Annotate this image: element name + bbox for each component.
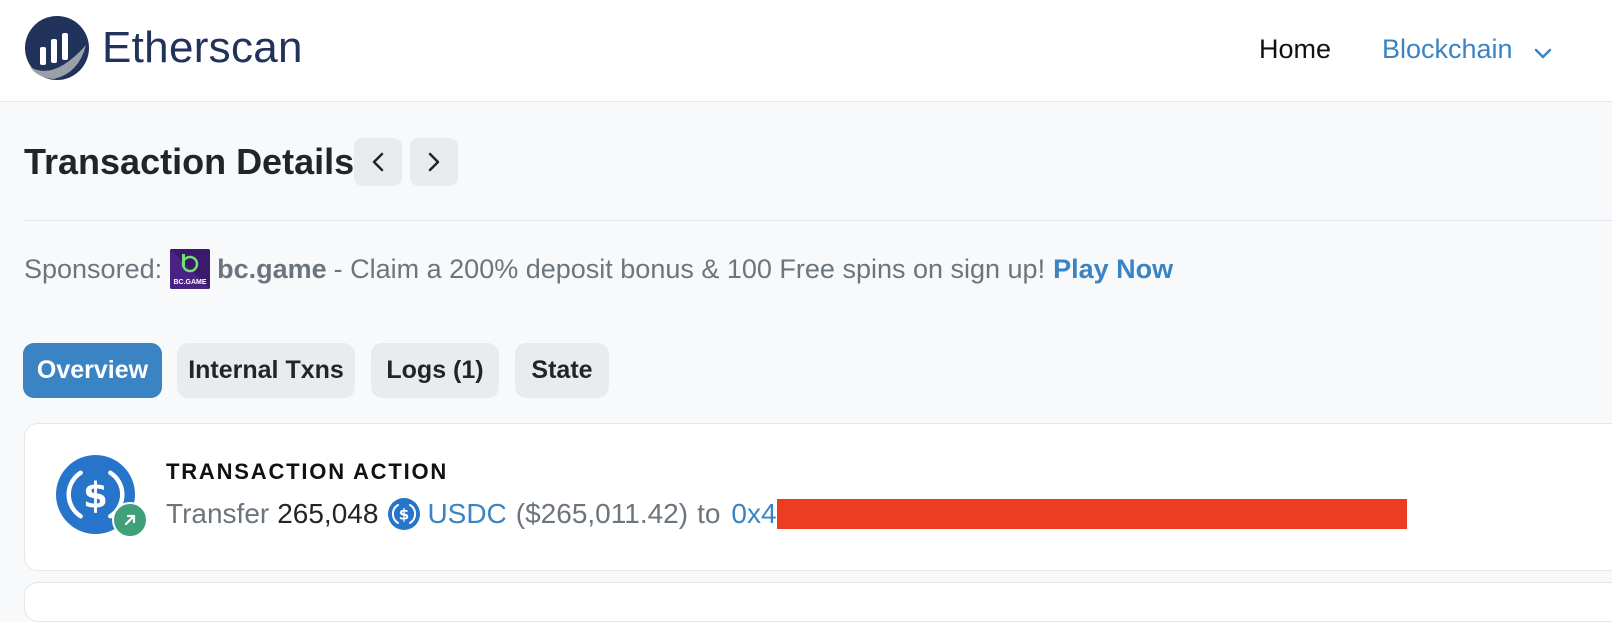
svg-text:$: $	[399, 506, 409, 524]
tab-state[interactable]: State	[515, 343, 609, 398]
divider	[24, 220, 1612, 221]
transaction-action-summary: Transfer 265,048 $ USDC ($265,011.42) to…	[166, 496, 1407, 532]
details-card	[24, 582, 1612, 622]
chevron-down-icon	[1534, 34, 1552, 68]
tab-logs[interactable]: Logs (1)	[371, 343, 499, 398]
transaction-action-heading: TRANSACTION ACTION	[166, 459, 449, 484]
arrow-up-right-icon	[112, 502, 148, 538]
token-link[interactable]: USDC	[427, 496, 506, 532]
play-now-link[interactable]: Play Now	[1053, 251, 1173, 287]
tab-internal-txns[interactable]: Internal Txns	[177, 343, 355, 398]
nav-home[interactable]: Home	[1259, 32, 1331, 66]
bc-game-logo[interactable]: BC.GAME	[170, 249, 211, 289]
sponsored-label: Sponsored:	[24, 254, 163, 284]
recipient-address-link[interactable]: 0x4	[731, 496, 776, 532]
action-verb: Transfer	[166, 498, 270, 529]
nav-blockchain-label: Blockchain	[1382, 34, 1513, 64]
sponsored-brand[interactable]: bc.game	[217, 251, 327, 287]
page-title: Transaction Details	[24, 141, 355, 182]
sponsored-banner: Sponsored: BC.GAME bc.game - Claim a 200…	[24, 249, 1173, 289]
nav-blockchain[interactable]: Blockchain	[1382, 32, 1552, 68]
brand-name[interactable]: Etherscan	[102, 20, 303, 76]
redaction-bar	[776, 499, 1407, 529]
chevron-left-icon	[372, 152, 384, 172]
next-transaction-button[interactable]	[410, 138, 458, 186]
usdc-small-icon: $	[388, 498, 421, 530]
action-amount: 265,048	[277, 498, 379, 529]
prev-transaction-button[interactable]	[354, 138, 402, 186]
usd-value: ($265,011.42)	[515, 498, 689, 529]
to-label: to	[697, 498, 721, 529]
sponsored-description: - Claim a 200% deposit bonus & 100 Free …	[333, 254, 1046, 284]
etherscan-logo[interactable]	[24, 15, 90, 81]
svg-text:$: $	[83, 475, 108, 516]
bc-game-logo-text: BC.GAME	[174, 279, 207, 286]
tab-overview[interactable]: Overview	[23, 343, 162, 398]
top-header: Etherscan Home Blockchain	[0, 0, 1612, 102]
chevron-right-icon	[428, 152, 440, 172]
